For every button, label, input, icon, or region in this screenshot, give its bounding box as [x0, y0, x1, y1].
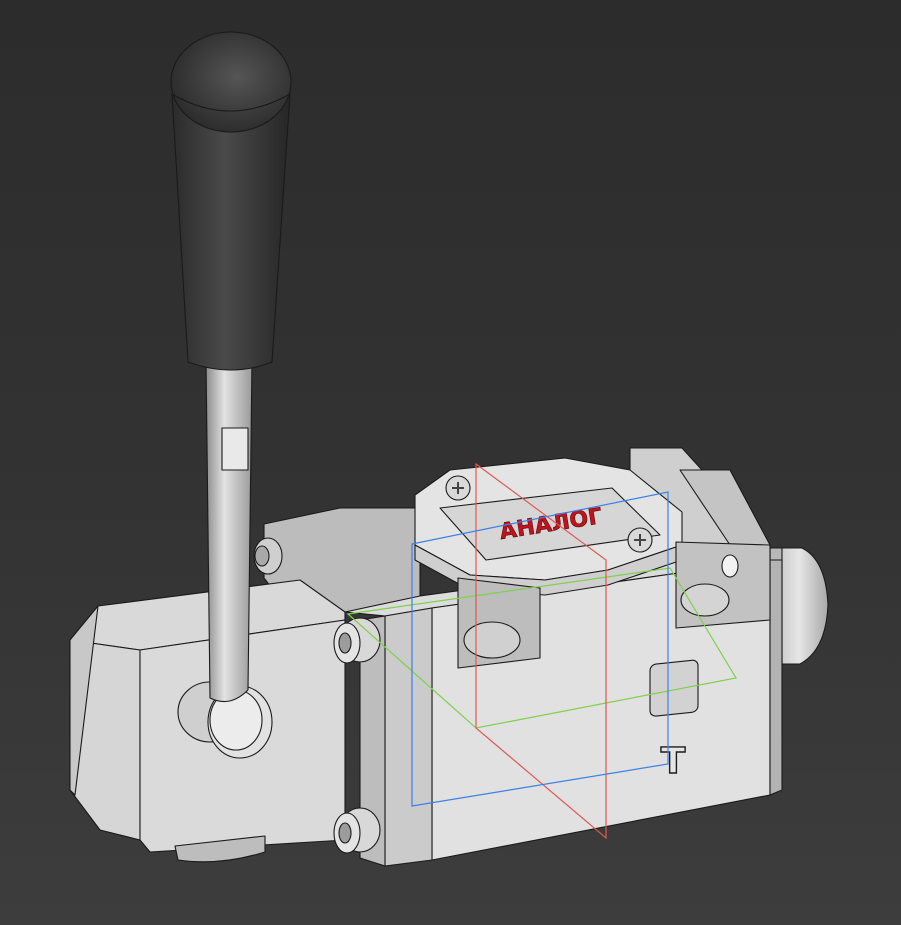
rear-plug: [253, 537, 283, 575]
cad-3d-viewport[interactable]: АНАЛОГ T: [0, 0, 901, 925]
model-scene[interactable]: АНАЛОГ T: [0, 0, 901, 925]
lever-shaft: [205, 359, 253, 703]
port-marking-label: T: [661, 741, 686, 782]
lever-handle[interactable]: [170, 31, 292, 371]
